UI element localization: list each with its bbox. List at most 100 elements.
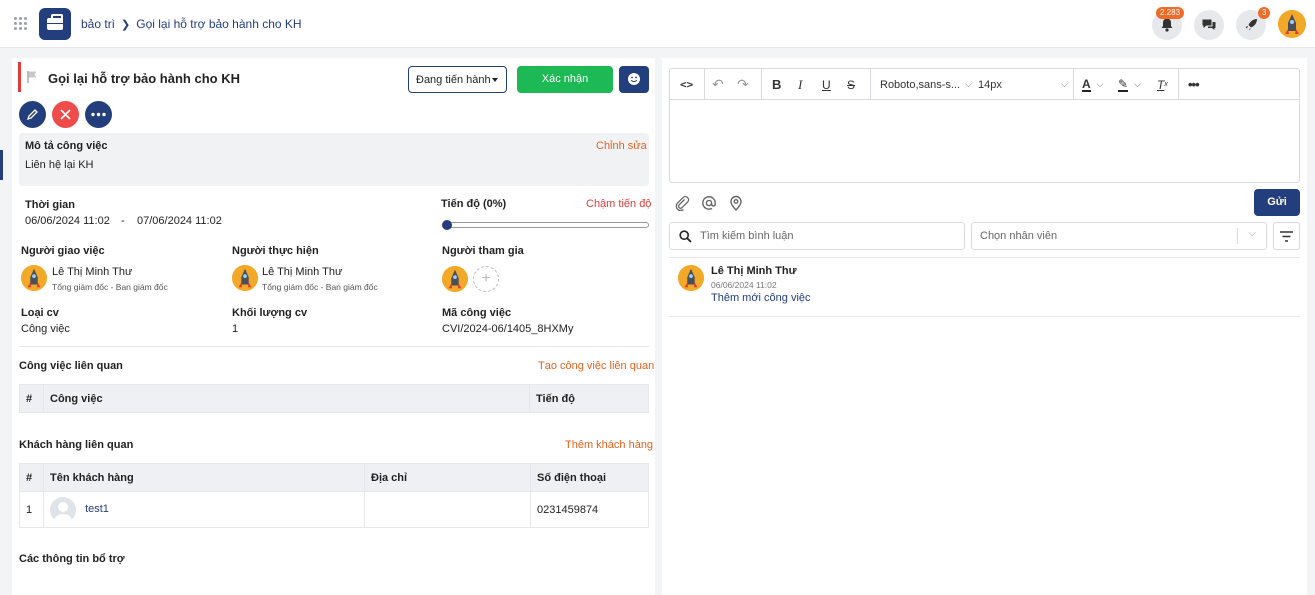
- task-title: Gọi lại hỗ trợ bảo hành cho KH: [48, 71, 240, 86]
- column-header[interactable]: Số điện thoại: [530, 463, 649, 492]
- volume-label: Khối lượng cv: [232, 307, 308, 319]
- chevron-right-icon: ❯: [121, 18, 131, 31]
- executor-role: Tổng giám đốc - Ban giám đốc: [262, 282, 378, 292]
- chat-button[interactable]: [1194, 10, 1224, 40]
- more-options-icon[interactable]: •••: [1188, 69, 1200, 100]
- customer-address: [364, 491, 531, 528]
- highlight-icon[interactable]: ✎ ⌵: [1118, 69, 1141, 100]
- status-value: Đang tiến hành: [416, 74, 491, 86]
- customer-avatar: [50, 496, 76, 523]
- table-header-row: # Tên khách hàng Địa chỉ Số điện thoại: [19, 463, 649, 492]
- send-button[interactable]: Gửi: [1254, 189, 1300, 216]
- description-box: Mô tả công việc Chỉnh sửa Liên hệ lại KH: [19, 133, 649, 186]
- executor-avatar: [232, 265, 258, 291]
- notifications-badge: 2.283: [1156, 7, 1185, 19]
- column-header[interactable]: Tiến độ: [529, 384, 649, 413]
- comment-text-area[interactable]: [670, 100, 1299, 182]
- user-avatar[interactable]: [1278, 10, 1306, 38]
- bold-icon[interactable]: B: [772, 69, 781, 100]
- progress-label: Tiến độ (0%): [441, 198, 507, 210]
- redo-icon[interactable]: ↷: [737, 69, 749, 100]
- cancel-button[interactable]: [52, 101, 79, 128]
- column-header[interactable]: Địa chỉ: [364, 463, 531, 492]
- create-related-task-link[interactable]: Tạo công việc liên quan: [538, 360, 654, 372]
- progress-slider-handle[interactable]: [442, 220, 452, 230]
- close-icon: [60, 109, 71, 120]
- assigner-avatar: [21, 265, 47, 291]
- code-label: Mã công việc: [442, 307, 512, 319]
- location-icon[interactable]: [728, 195, 744, 211]
- attachment-icon[interactable]: [674, 195, 690, 211]
- text-color-icon[interactable]: A ⌵: [1082, 69, 1104, 100]
- comment-editor: <> ↶ ↷ B I U S Roboto,sans-s... ⌵ 14px ⌵…: [669, 68, 1300, 183]
- description-label: Mô tả công việc: [25, 140, 108, 152]
- font-size-value: 14px: [978, 78, 1002, 91]
- rocket-button[interactable]: 3: [1236, 7, 1271, 40]
- extra-info-title: Các thông tin bổ trợ: [19, 553, 125, 565]
- more-dots-icon: [91, 112, 106, 117]
- edit-description-link[interactable]: Chỉnh sửa: [596, 140, 647, 152]
- column-header: #: [19, 463, 44, 492]
- table-row[interactable]: 1 test1 0231459874: [19, 491, 649, 528]
- type-value: Công việc: [21, 323, 70, 335]
- search-icon: [679, 230, 692, 243]
- font-size-select[interactable]: 14px ⌵: [978, 69, 1068, 100]
- related-customers-title: Khách hàng liên quan: [19, 439, 134, 451]
- caret-down-icon: [492, 78, 498, 82]
- related-tasks-title: Công việc liên quan: [19, 360, 123, 372]
- code-view-icon[interactable]: <>: [680, 69, 693, 100]
- employee-placeholder: Chọn nhân viên: [980, 230, 1058, 242]
- briefcase-icon[interactable]: [39, 8, 71, 40]
- italic-icon[interactable]: I: [798, 69, 802, 100]
- reaction-button[interactable]: [619, 66, 649, 93]
- font-family-value: Roboto,sans-s...: [880, 78, 961, 91]
- customer-cell[interactable]: test1: [43, 491, 365, 528]
- chat-icon: [1202, 19, 1216, 30]
- filter-button[interactable]: [1273, 222, 1300, 250]
- chevron-down-icon: ⌵: [1061, 79, 1068, 89]
- comment-search-input[interactable]: Tìm kiếm bình luận: [669, 222, 965, 250]
- chevron-down-icon: ⌵: [1248, 228, 1256, 239]
- bell-icon: [1161, 18, 1173, 32]
- add-customer-link[interactable]: Thêm khách hàng: [565, 439, 653, 451]
- add-participant-button[interactable]: +: [473, 266, 499, 292]
- font-family-select[interactable]: Roboto,sans-s... ⌵: [880, 69, 972, 100]
- edit-button[interactable]: [19, 101, 46, 128]
- task-detail-panel: Gọi lại hỗ trợ bảo hành cho KH Đang tiến…: [12, 58, 655, 595]
- pencil-icon: [26, 109, 38, 121]
- strikethrough-icon[interactable]: S: [847, 69, 855, 100]
- filter-icon: [1280, 231, 1293, 242]
- participant-avatar[interactable]: [442, 266, 468, 292]
- executor-label: Người thực hiện: [232, 245, 319, 257]
- more-button[interactable]: [85, 101, 112, 128]
- editor-toolbar: <> ↶ ↷ B I U S Roboto,sans-s... ⌵ 14px ⌵…: [670, 69, 1299, 100]
- column-header[interactable]: Tên khách hàng: [43, 463, 365, 492]
- column-header: #: [19, 384, 44, 413]
- mention-icon[interactable]: [701, 195, 717, 211]
- apps-grid-icon[interactable]: [14, 17, 28, 31]
- comments-panel: <> ↶ ↷ B I U S Roboto,sans-s... ⌵ 14px ⌵…: [662, 58, 1307, 595]
- status-dropdown[interactable]: Đang tiến hành: [408, 66, 507, 93]
- volume-value: 1: [232, 323, 239, 335]
- code-value: CVI/2024-06/1405_8HXMy: [442, 323, 574, 335]
- description-text: Liên hệ lại KH: [25, 159, 94, 171]
- undo-icon[interactable]: ↶: [712, 69, 724, 100]
- rocket-badge: 3: [1258, 7, 1271, 19]
- customer-name[interactable]: test1: [85, 503, 109, 515]
- time-label: Thời gian: [25, 199, 75, 211]
- breadcrumb-current: Gọi lại hỗ trợ bảo hành cho KH: [136, 17, 302, 31]
- flag-icon[interactable]: [26, 70, 40, 84]
- breadcrumb-root[interactable]: bảo trì: [81, 17, 115, 31]
- notifications-button[interactable]: 2.283: [1152, 7, 1185, 40]
- executor-name: Lê Thị Minh Thư: [262, 266, 343, 278]
- comment-text: Thêm mới công việc: [711, 292, 811, 304]
- time-separator: -: [121, 215, 125, 227]
- underline-icon[interactable]: U: [822, 69, 831, 100]
- smile-icon: [628, 73, 640, 85]
- column-header[interactable]: Công việc: [43, 384, 530, 413]
- confirm-button[interactable]: Xác nhận: [517, 66, 613, 93]
- clear-format-icon[interactable]: Tx: [1157, 69, 1168, 100]
- progress-slider[interactable]: [442, 220, 649, 230]
- employee-select[interactable]: Chọn nhân viên ⌵: [971, 222, 1267, 250]
- row-index: 1: [19, 491, 44, 528]
